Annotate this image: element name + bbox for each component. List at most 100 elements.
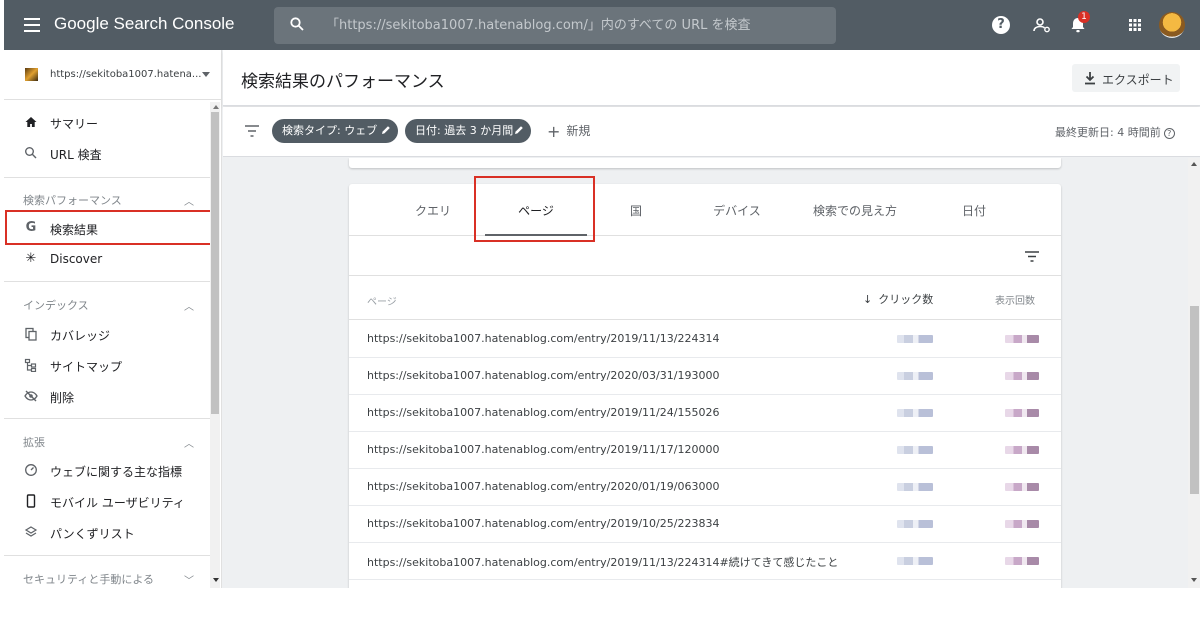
page-url[interactable]: https://sekitoba1007.hatenablog.com/entr… — [367, 443, 719, 456]
blurred-clicks-value — [897, 557, 933, 565]
chart-card-bottom-edge — [349, 158, 1061, 168]
scroll-up-arrow-icon[interactable] — [1191, 162, 1197, 166]
table-row[interactable]: https://sekitoba1007.hatenablog.com/entr… — [349, 506, 1061, 543]
chevron-up-icon: ︿ — [184, 197, 194, 208]
tab-dates[interactable]: 日付 — [919, 202, 1029, 219]
column-header-clicks[interactable]: ↓ クリック数 — [863, 291, 933, 307]
scroll-down-arrow-icon[interactable] — [1191, 578, 1197, 582]
page-url[interactable]: https://sekitoba1007.hatenablog.com/entr… — [367, 332, 719, 345]
url-inspection-search[interactable] — [274, 7, 836, 44]
plus-icon: + — [547, 122, 561, 141]
help-icon[interactable]: ? — [992, 16, 1010, 34]
table-row[interactable]: https://sekitoba1007.hatenablog.com/entr… — [349, 543, 1061, 580]
table-row[interactable]: https://sekitoba1007.hatenablog.com/entr… — [349, 321, 1061, 358]
layers-icon — [24, 526, 38, 537]
scroll-up-arrow-icon[interactable] — [213, 105, 219, 109]
page-url[interactable]: https://sekitoba1007.hatenablog.com/entr… — [367, 554, 838, 570]
tab-queries[interactable]: クエリ — [378, 202, 488, 219]
sidebar-item-core-web-vitals[interactable]: ウェブに関する主な指標 — [4, 456, 210, 486]
tab-search-appearance[interactable]: 検索での見え方 — [800, 202, 910, 219]
page-url[interactable]: https://sekitoba1007.hatenablog.com/entr… — [367, 517, 719, 530]
page-url[interactable]: https://sekitoba1007.hatenablog.com/entr… — [367, 369, 719, 382]
main-scrollbar-thumb[interactable] — [1190, 306, 1199, 494]
search-type-filter-chip[interactable]: 検索タイプ: ウェブ — [272, 119, 398, 143]
sidebar: https://sekitoba1007.hatena... サマリー URL … — [4, 50, 222, 588]
sidebar-item-coverage[interactable]: カバレッジ — [4, 320, 210, 350]
table-row[interactable]: https://sekitoba1007.hatenablog.com/entr… — [349, 432, 1061, 469]
sidebar-item-discover[interactable]: ✳ Discover — [4, 245, 210, 275]
chip-label: 日付: 過去 3 か月間 — [415, 124, 514, 137]
app-title[interactable]: Google Search Console — [54, 14, 235, 34]
new-filter-button[interactable]: + 新規 — [547, 122, 590, 141]
section-header-label: 検索パフォーマンス — [23, 194, 122, 207]
help-circle-icon[interactable]: ? — [1163, 128, 1175, 139]
sidebar-item-removals[interactable]: 削除 — [4, 382, 210, 412]
account-avatar[interactable] — [1159, 12, 1185, 38]
sidebar-divider — [4, 281, 210, 282]
blurred-impressions-value — [1005, 446, 1039, 454]
blurred-clicks-value — [897, 409, 933, 417]
sidebar-divider — [4, 177, 210, 178]
manage-users-icon[interactable] — [1032, 15, 1052, 35]
section-header-label: インデックス — [23, 299, 89, 312]
dimensions-table-card: クエリ ページ 国 デバイス 検索での見え方 日付 ページ ↓ クリック数 表示回… — [349, 176, 1061, 588]
page-url[interactable]: https://sekitoba1007.hatenablog.com/entr… — [367, 480, 719, 493]
export-label: エクスポート — [1102, 73, 1174, 87]
section-header-label: 拡張 — [23, 436, 45, 449]
sidebar-item-url-inspection[interactable]: URL 検査 — [4, 139, 210, 169]
top-app-bar: Google Search Console ? 1 — [4, 0, 1200, 50]
export-button[interactable]: エクスポート — [1072, 64, 1180, 92]
dimension-tabs: クエリ ページ 国 デバイス 検索での見え方 日付 — [349, 184, 1061, 236]
blurred-clicks-value — [897, 483, 933, 491]
search-input[interactable] — [326, 7, 826, 44]
property-selector[interactable]: https://sekitoba1007.hatena... — [4, 50, 221, 100]
highlight-box-pages-tab — [474, 176, 595, 242]
table-row[interactable]: https://sekitoba1007.hatenablog.com/entr… — [349, 358, 1061, 395]
column-header-label: クリック数 — [878, 293, 934, 306]
column-header-impressions[interactable]: 表示回数 — [995, 292, 1035, 307]
sidebar-item-label: サイトマップ — [50, 360, 123, 374]
blurred-impressions-value — [1005, 335, 1039, 343]
sidebar-item-summary[interactable]: サマリー — [4, 108, 210, 138]
tab-countries[interactable]: 国 — [581, 202, 691, 219]
smartphone-icon — [26, 494, 36, 508]
chip-label: 検索タイプ: ウェブ — [282, 124, 378, 137]
blurred-impressions-value — [1005, 483, 1039, 491]
sidebar-scrollbar-thumb[interactable] — [211, 112, 219, 414]
sidebar-item-sitemaps[interactable]: サイトマップ — [4, 351, 210, 381]
sidebar-item-mobile-usability[interactable]: モバイル ユーザビリティ — [4, 487, 210, 517]
property-thumbnail — [25, 68, 38, 81]
home-icon — [25, 117, 37, 127]
speedometer-icon — [25, 464, 37, 476]
section-header-enhancements[interactable]: 拡張 ︿ — [4, 426, 210, 456]
column-header-page[interactable]: ページ — [367, 293, 397, 308]
page-title: 検索結果のパフォーマンス — [241, 72, 445, 92]
dropdown-arrow-icon — [202, 72, 210, 77]
filter-icon[interactable] — [1025, 251, 1039, 262]
date-filter-chip[interactable]: 日付: 過去 3 か月間 — [405, 119, 531, 143]
tab-devices[interactable]: デバイス — [682, 202, 792, 219]
sidebar-item-breadcrumbs[interactable]: パンくずリスト — [4, 518, 210, 548]
section-header-security[interactable]: セキュリティと手動による ﹀ — [4, 563, 210, 588]
search-icon — [290, 17, 304, 31]
property-label: https://sekitoba1007.hatena... — [50, 69, 202, 80]
report-content: クエリ ページ 国 デバイス 検索での見え方 日付 ページ ↓ クリック数 表示回… — [223, 158, 1188, 588]
apps-grid-icon[interactable] — [1125, 15, 1145, 35]
table-row[interactable]: https://sekitoba1007.hatenablog.com/entr… — [349, 469, 1061, 506]
scroll-down-arrow-icon[interactable] — [213, 578, 219, 582]
blurred-clicks-value — [897, 335, 933, 343]
page-url[interactable]: https://sekitoba1007.hatenablog.com/entr… — [367, 406, 719, 419]
filter-icon[interactable] — [245, 125, 259, 137]
edit-pencil-icon — [382, 126, 390, 134]
highlight-box-search-results — [5, 210, 217, 245]
notification-count-badge: 1 — [1078, 11, 1090, 23]
sort-arrow-down-icon: ↓ — [863, 293, 873, 306]
hamburger-menu-icon[interactable] — [24, 18, 40, 32]
section-header-index[interactable]: インデックス ︿ — [4, 289, 210, 319]
blurred-clicks-value — [897, 520, 933, 528]
copy-pages-icon — [25, 327, 37, 341]
table-header: ページ ↓ クリック数 表示回数 — [349, 276, 1061, 320]
table-row[interactable]: https://sekitoba1007.hatenablog.com/entr… — [349, 395, 1061, 432]
search-console-window: Google Search Console ? 1 — [4, 0, 1200, 588]
sidebar-item-label: URL 検査 — [50, 148, 102, 162]
